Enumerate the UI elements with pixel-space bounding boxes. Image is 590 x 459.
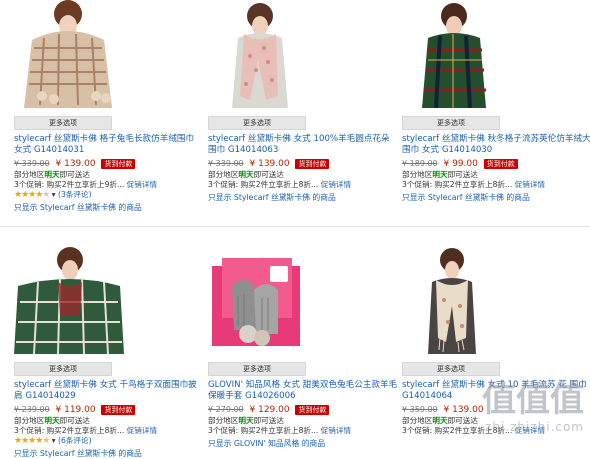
promo-details-link[interactable]: 促销详情 — [321, 180, 351, 189]
promo-info: 3个促销: 购买2件立享折上8折... 促销详情 — [402, 426, 546, 435]
cod-badge: 货到付款 — [295, 405, 330, 415]
product-card[interactable]: 更多选项 stylecarf 丝黛斯卡佛 秋冬格子流苏英伦仿羊绒大围巾 女式 G… — [402, 0, 590, 203]
sale-price: ¥ 139.00 — [249, 159, 290, 169]
sale-price: ¥ 129.00 — [249, 405, 290, 415]
product-title-link[interactable]: stylecarf 丝黛斯卡佛 格子兔毛长款仿羊绒围巾 女式 G14014031 — [14, 134, 204, 156]
product-image-green-plaid-scarf[interactable] — [402, 0, 590, 108]
brand-filter-link[interactable]: 只显示 Stylecarf 丝黛斯卡佛 的商品 — [14, 203, 204, 213]
promo-info: 3个促销: 购买2件立享折上8折... 促销详情 — [208, 180, 352, 189]
rating-row: ★★★★★ ▾ (6条评论) — [14, 436, 204, 446]
review-count-link[interactable]: (3条评论) — [58, 190, 92, 199]
product-title-link[interactable]: stylecarf 丝黛斯卡佛 女式 千鸟格子双面围巾披肩 G14014029 — [14, 380, 204, 402]
promo-info: 3个促销: 购买2件立享折上9折... 促销详情 — [14, 180, 158, 189]
product-image-gloves-box[interactable] — [208, 246, 398, 354]
sale-price: ¥ 139.00 — [443, 405, 484, 415]
more-options-button[interactable]: 更多选项 — [14, 362, 112, 376]
review-count-link[interactable]: (6条评论) — [58, 436, 92, 445]
cod-badge: 货到付款 — [101, 159, 136, 169]
cod-badge: 货到付款 — [295, 159, 330, 169]
product-title-link[interactable]: stylecarf 丝黛斯卡佛 女式 100%羊毛圆点花朵 围巾 G140140… — [208, 134, 398, 156]
promo-info: 3个促销: 购买2件立享折上8折... 促销详情 — [402, 180, 546, 189]
list-price: ¥ 339.00 — [208, 159, 244, 168]
price-row: ¥ 189.00 ¥ 99.00 货到付款 — [402, 158, 590, 170]
sale-price: ¥ 139.00 — [55, 159, 96, 169]
brand-filter-link[interactable]: 只显示 Stylecarf 丝黛斯卡佛 的商品 — [14, 449, 204, 459]
product-card[interactable]: 更多选项 GLOVIN' 知品风格 女式 甜美双色兔毛公主款羊毛保暖手套 G14… — [208, 246, 398, 449]
product-title-link[interactable]: stylecarf 丝黛斯卡佛 女式 10 羊毛流苏 花 围巾 G1401406… — [402, 380, 590, 402]
shipping-info: 部分地区明天即可送达 — [14, 416, 90, 425]
product-card[interactable]: 更多选项 stylecarf 丝黛斯卡佛 女式 100%羊毛圆点花朵 围巾 G1… — [208, 0, 398, 203]
shipping-info: 部分地区明天即可送达 — [14, 170, 90, 179]
chevron-down-icon[interactable]: ▾ — [52, 190, 56, 199]
promo-details-link[interactable]: 促销详情 — [515, 180, 545, 189]
price-row: ¥ 339.00 ¥ 139.00 货到付款 — [208, 158, 398, 170]
brand-filter-link[interactable]: 只显示 GLOVIN' 知品风格 的商品 — [208, 439, 398, 449]
brand-filter-link[interactable]: 只显示 Stylecarf 丝黛斯卡佛 的商品 — [402, 193, 590, 203]
row-divider — [0, 226, 590, 227]
list-price: ¥ 189.00 — [402, 159, 438, 168]
price-row: ¥ 239.00 ¥ 119.00 货到付款 — [14, 404, 204, 416]
cod-badge: 货到付款 — [483, 159, 518, 169]
more-options-button[interactable]: 更多选项 — [208, 362, 306, 376]
cod-badge: 货到付款 — [101, 405, 136, 415]
product-image-tassel-scarf[interactable] — [402, 246, 590, 354]
star-rating-icon: ★★★★★ — [14, 436, 50, 446]
product-image-floral-scarf[interactable] — [208, 0, 398, 108]
product-card[interactable]: 更多选项 stylecarf 丝黛斯卡佛 女式 千鸟格子双面围巾披肩 G1401… — [14, 246, 204, 459]
promo-details-link[interactable]: 促销详情 — [515, 426, 545, 435]
star-rating-icon: ★★★★★ — [14, 190, 50, 200]
sale-price: ¥ 99.00 — [443, 159, 478, 169]
promo-info: 3个促销: 购买2件立享折上8折... 促销详情 — [14, 426, 158, 435]
list-price: ¥ 279.00 — [208, 405, 244, 414]
product-image-houndstooth-shawl[interactable] — [14, 246, 204, 354]
brand-filter-link[interactable]: 只显示 Stylecarf 丝黛斯卡佛 的商品 — [208, 193, 398, 203]
price-row: ¥ 339.00 ¥ 139.00 货到付款 — [14, 158, 204, 170]
promo-details-link[interactable]: 促销详情 — [321, 426, 351, 435]
more-options-button[interactable]: 更多选项 — [208, 116, 306, 130]
product-card[interactable]: 更多选项 stylecarf 丝黛斯卡佛 女式 10 羊毛流苏 花 围巾 G14… — [402, 246, 590, 436]
chevron-down-icon[interactable]: ▾ — [52, 436, 56, 445]
price-row: ¥ 359.00 ¥ 139.00 — [402, 404, 590, 416]
more-options-button[interactable]: 更多选项 — [402, 116, 500, 130]
product-image-plaid-scarf[interactable] — [14, 0, 204, 108]
promo-details-link[interactable]: 促销详情 — [127, 180, 157, 189]
list-price: ¥ 359.00 — [402, 405, 438, 414]
product-card[interactable]: 更多选项 stylecarf 丝黛斯卡佛 格子兔毛长款仿羊绒围巾 女式 G140… — [14, 0, 204, 213]
promo-details-link[interactable]: 促销详情 — [127, 426, 157, 435]
sale-price: ¥ 119.00 — [55, 405, 96, 415]
list-price: ¥ 339.00 — [14, 159, 50, 168]
more-options-button[interactable]: 更多选项 — [14, 116, 112, 130]
shipping-info: 部分地区明天即可送达 — [402, 170, 478, 179]
rating-row: ★★★★★ ▾ (3条评论) — [14, 190, 204, 200]
price-row: ¥ 279.00 ¥ 129.00 货到付款 — [208, 404, 398, 416]
product-title-link[interactable]: GLOVIN' 知品风格 女式 甜美双色兔毛公主款羊毛保暖手套 G1402600… — [208, 380, 398, 402]
more-options-button[interactable]: 更多选项 — [402, 362, 500, 376]
shipping-info: 部分地区明天即可送达 — [402, 416, 478, 425]
shipping-info: 部分地区明天即可送达 — [208, 170, 284, 179]
list-price: ¥ 239.00 — [14, 405, 50, 414]
promo-info: 3个促销: 购买2件立享折上8折... 促销详情 — [208, 426, 352, 435]
product-title-link[interactable]: stylecarf 丝黛斯卡佛 秋冬格子流苏英伦仿羊绒大围巾 女式 G14014… — [402, 134, 590, 156]
shipping-info: 部分地区明天即可送达 — [208, 416, 284, 425]
